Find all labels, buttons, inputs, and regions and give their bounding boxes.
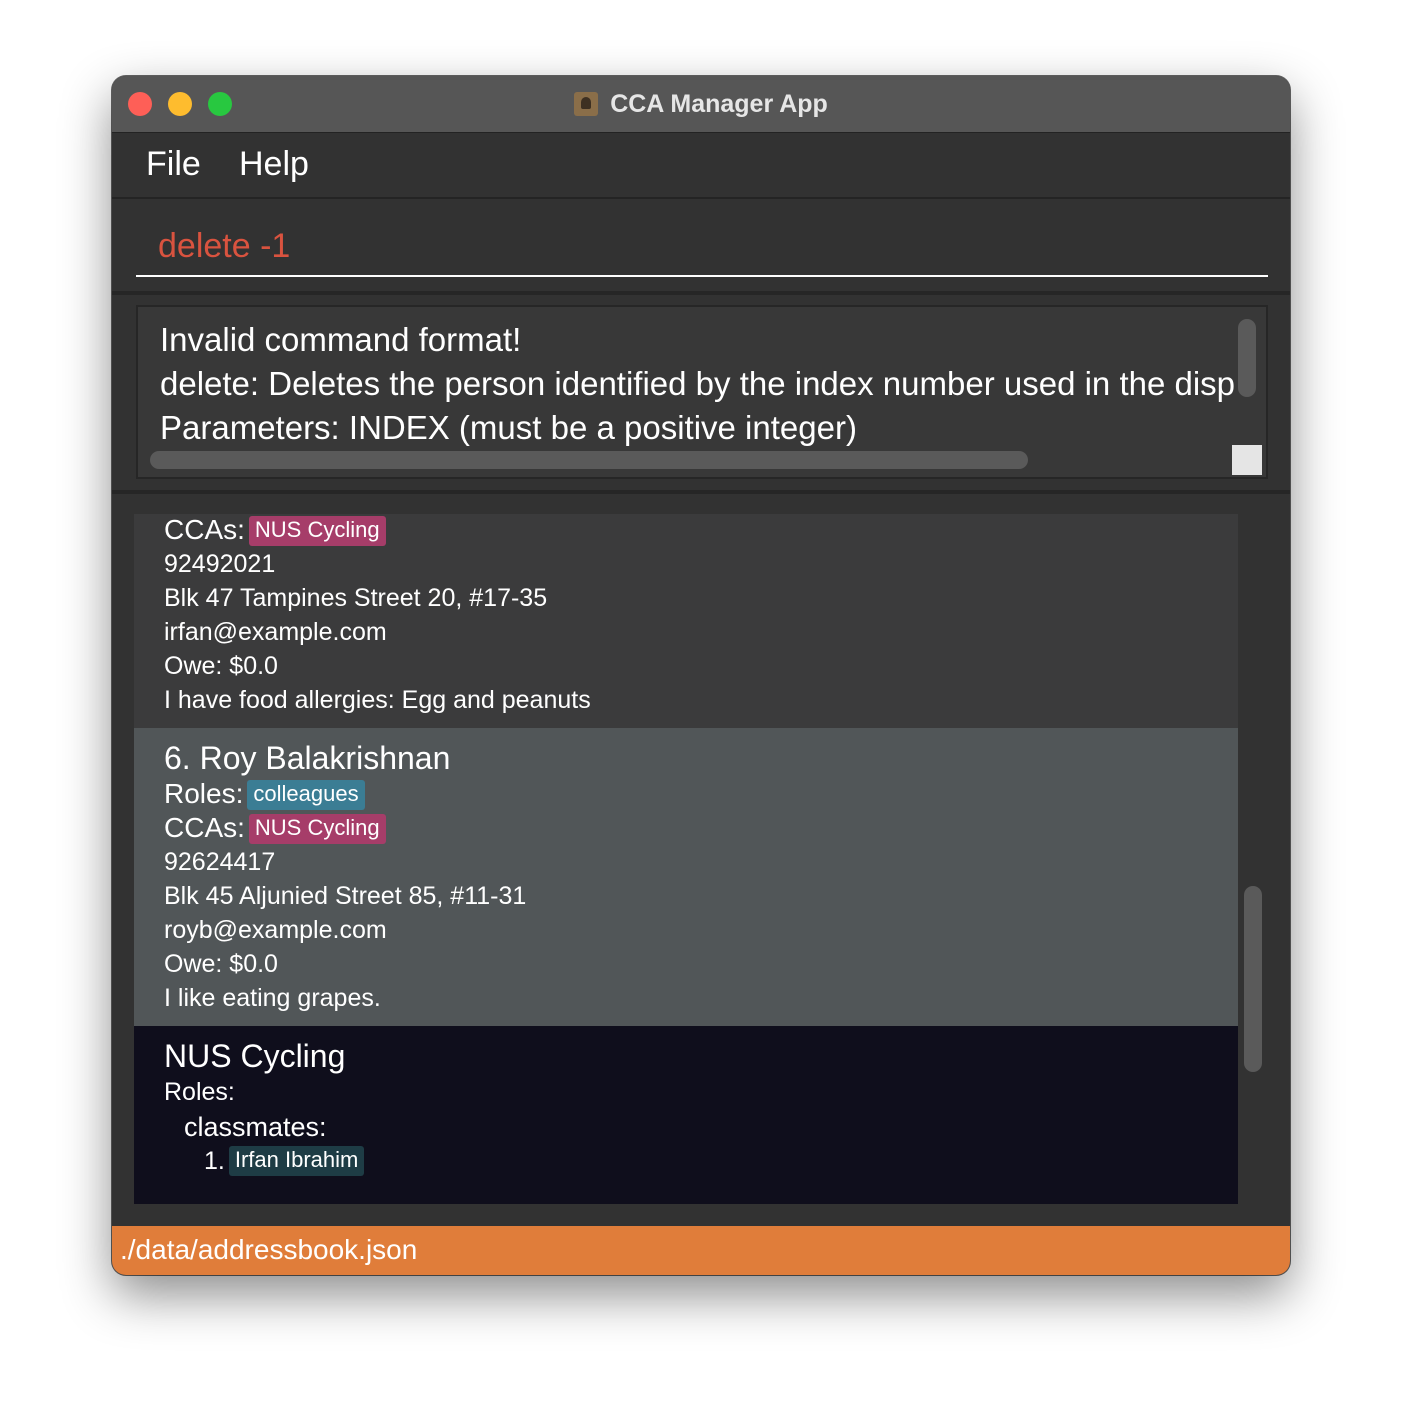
cca-roles-label: Roles: <box>164 1078 235 1106</box>
phone: 92624417 <box>164 848 276 876</box>
scroll-corner <box>1232 445 1262 475</box>
result-line-1: Invalid command format! <box>160 321 522 358</box>
member-tag: Irfan Ibrahim <box>228 1146 365 1176</box>
result-line-2: delete: Deletes the person identified by… <box>160 365 1234 402</box>
roles-label: Roles: <box>164 778 244 809</box>
roles-row: Roles: colleagues <box>164 778 365 810</box>
person-list[interactable]: CCAs: NUS Cycling 92492021 Blk 47 Tampine… <box>134 514 1238 1204</box>
ccas-label: CCAs: <box>164 812 245 843</box>
list-vertical-scrollbar[interactable] <box>1244 886 1262 1072</box>
app-window: CCA Manager App File Help Invalid comman… <box>112 76 1290 1275</box>
remark: I like eating grapes. <box>164 984 381 1012</box>
cca-card[interactable]: NUS Cycling Roles: classmates: 1. Irfan I… <box>134 1026 1238 1204</box>
command-input[interactable] <box>136 217 1268 277</box>
ccas-row: CCAs: NUS Cycling <box>164 514 386 546</box>
app-icon <box>574 92 599 116</box>
email: irfan@example.com <box>164 618 387 646</box>
result-horizontal-scrollbar[interactable] <box>150 451 1028 469</box>
result-display[interactable]: Invalid command format! delete: Deletes … <box>136 305 1268 479</box>
address: Blk 45 Aljunied Street 85, #11-31 <box>164 882 527 910</box>
member-index: 1. <box>204 1147 225 1175</box>
cca-name: NUS Cycling <box>164 1038 346 1074</box>
ccas-row: CCAs: NUS Cycling <box>164 812 386 844</box>
role-group-label: classmates: <box>184 1112 327 1142</box>
save-location: ./data/addressbook.json <box>120 1234 418 1265</box>
result-line-3: Parameters: INDEX (must be a positive in… <box>160 409 857 446</box>
title-bar: CCA Manager App <box>112 76 1290 133</box>
owe-amount: Owe: $0.0 <box>164 652 278 680</box>
menu-help[interactable]: Help <box>239 145 309 184</box>
email: royb@example.com <box>164 916 387 944</box>
person-name: 6. Roy Balakrishnan <box>164 740 451 776</box>
role-tag: colleagues <box>247 780 365 810</box>
owe-amount: Owe: $0.0 <box>164 950 278 978</box>
title-wrap: CCA Manager App <box>112 76 1290 132</box>
menu-bar: File Help <box>112 133 1290 199</box>
person-card-selected[interactable]: 6. Roy Balakrishnan Roles: colleagues CCA… <box>134 728 1238 1026</box>
window-title: CCA Manager App <box>610 89 828 118</box>
divider <box>112 490 1290 494</box>
remark: I have food allergies: Egg and peanuts <box>164 686 591 714</box>
cca-tag: NUS Cycling <box>248 814 386 844</box>
cca-tag: NUS Cycling <box>248 516 386 546</box>
phone: 92492021 <box>164 550 276 578</box>
command-box-area <box>112 199 1290 295</box>
result-text-viewport: Invalid command format! delete: Deletes … <box>138 307 1234 447</box>
address: Blk 47 Tampines Street 20, #17-35 <box>164 584 548 612</box>
member-row: 1. Irfan Ibrahim <box>204 1146 365 1176</box>
status-bar: ./data/addressbook.json <box>112 1226 1290 1275</box>
result-vertical-scrollbar[interactable] <box>1238 319 1256 397</box>
ccas-label: CCAs: <box>164 514 245 545</box>
person-card-partial[interactable]: CCAs: NUS Cycling 92492021 Blk 47 Tampine… <box>134 514 1238 728</box>
menu-file[interactable]: File <box>146 145 201 184</box>
